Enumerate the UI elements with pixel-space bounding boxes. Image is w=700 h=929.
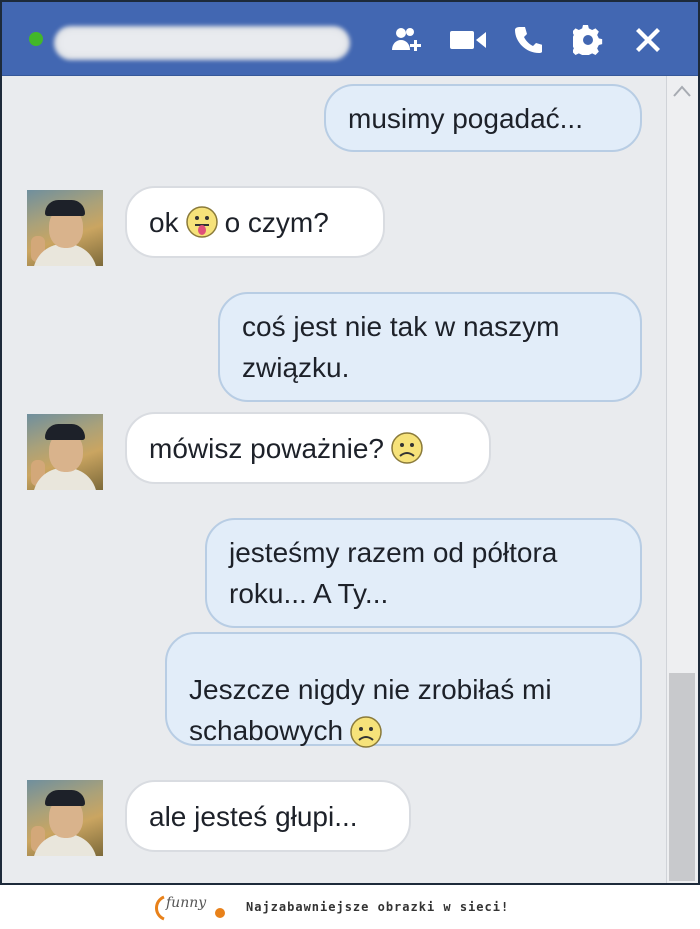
message-thread: musimy pogadać... ok o czym? coś jest ni… (2, 76, 666, 883)
received-message-bubble[interactable]: ok o czym? (125, 186, 385, 258)
chat-titlebar (2, 2, 698, 76)
settings-gear-icon[interactable] (558, 20, 618, 60)
sent-message-bubble[interactable]: coś jest nie tak w naszym związku. (218, 292, 642, 402)
chat-window: musimy pogadać... ok o czym? coś jest ni… (0, 0, 700, 885)
message-text: musimy pogadać... (348, 102, 583, 134)
online-status-indicator (29, 32, 43, 46)
message-text: Jeszcze nigdy nie zrobiłaś mi schabowych (189, 628, 552, 751)
close-icon[interactable] (618, 20, 678, 60)
message-scrollbar[interactable] (666, 76, 698, 883)
received-message-bubble[interactable]: ale jesteś głupi... (125, 780, 411, 852)
message-text: ale jesteś głupi... (149, 800, 358, 832)
scrollbar-thumb[interactable] (669, 673, 695, 881)
contact-avatar[interactable] (27, 414, 103, 490)
contact-name-blurred[interactable] (54, 26, 350, 60)
contact-avatar[interactable] (27, 190, 103, 266)
message-text: mówisz poważnie? (149, 432, 384, 464)
logo-text: funny (166, 895, 207, 911)
titlebar-actions (378, 20, 678, 60)
received-message-bubble[interactable]: mówisz poważnie? (125, 412, 491, 484)
sent-message-bubble[interactable]: jesteśmy razem od półtora roku... A Ty..… (205, 518, 642, 628)
message-text: coś jest nie tak w naszym związku. (242, 311, 560, 383)
video-call-icon[interactable] (438, 20, 498, 60)
contact-avatar[interactable] (27, 780, 103, 856)
scroll-up-arrow-icon[interactable] (673, 84, 691, 98)
watermark-footer: funny Najzabawniejsze obrazki w sieci! (0, 885, 700, 929)
phone-call-icon[interactable] (498, 20, 558, 60)
add-people-icon[interactable] (378, 20, 438, 60)
message-text: o czym? (224, 206, 329, 238)
sent-message-bubble[interactable]: Jeszcze nigdy nie zrobiłaś mi schabowych (165, 632, 642, 748)
sad-face-emoji (391, 432, 423, 464)
footer-tagline: Najzabawniejsze obrazki w sieci! (246, 900, 510, 914)
sent-message-bubble[interactable]: musimy pogadać... (324, 84, 642, 152)
sad-face-emoji (350, 716, 382, 748)
message-text: jesteśmy razem od półtora roku... A Ty..… (229, 537, 558, 609)
message-text: ok (149, 206, 179, 238)
tongue-face-emoji (185, 206, 218, 238)
